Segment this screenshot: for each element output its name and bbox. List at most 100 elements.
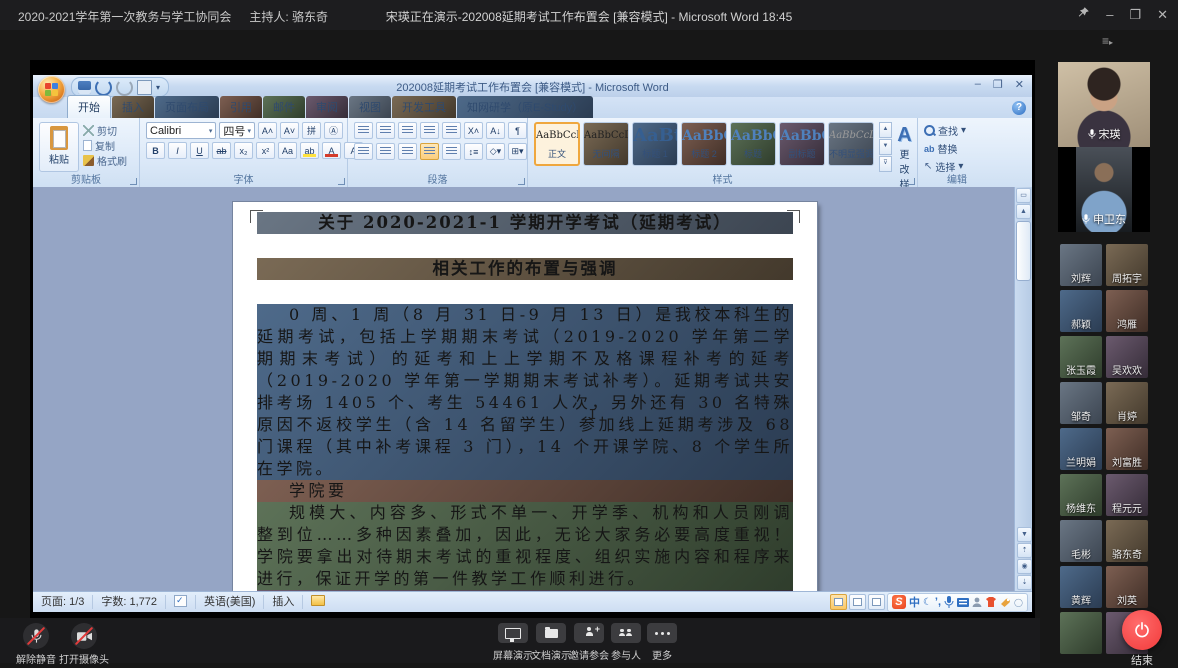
font-name-select[interactable]: Calibri▾ [146,122,216,139]
word-minimize-icon[interactable]: – [975,78,981,91]
ribbon-tab[interactable]: 页面布局 [155,96,219,118]
superscript-icon[interactable]: x² [256,142,275,159]
featured-video[interactable]: 宋瑛 [1058,62,1150,147]
style-scroll-up-icon[interactable]: ▲ [879,122,892,138]
style-chip[interactable]: AaBbCcDd 无间隔 [583,122,629,166]
style-chip[interactable]: AaBt 标题 1 [632,122,678,166]
print-preview-icon[interactable] [137,80,152,95]
strikethrough-icon[interactable]: ab [212,142,231,159]
save-icon[interactable] [78,81,91,94]
increase-indent-icon[interactable] [442,122,461,139]
macro-record-status[interactable] [303,595,333,609]
document-page[interactable]: 关于 2020-2021-1 学期开学考试（延期考试）相关工作的布置与强调0 周… [233,202,817,592]
font-color-icon[interactable]: A [322,142,341,159]
style-gallery-more-icon[interactable]: ⊽ [879,156,892,172]
undo-icon[interactable] [95,79,112,96]
ribbon-tab[interactable]: 知网研学（原E-Study） [457,96,593,118]
participant-thumbnail[interactable]: 程元元 [1106,474,1148,516]
more-button[interactable]: 更多 [642,623,682,662]
ribbon-tab[interactable]: 开始 [67,95,111,118]
participant-thumbnail[interactable]: 杨维东 [1060,474,1102,516]
fullscreen-view-icon[interactable] [849,594,866,610]
align-center-icon[interactable] [376,143,395,160]
participant-thumbnail[interactable]: 骆东奇 [1106,520,1148,562]
align-right-icon[interactable] [398,143,417,160]
participant-thumbnail[interactable]: 刘英 [1106,566,1148,608]
phonetic-guide-icon[interactable]: 拼 [302,122,321,139]
distribute-icon[interactable] [442,143,461,160]
word-close-icon[interactable]: ✕ [1015,78,1024,91]
page-indicator[interactable]: 页面: 1/3 [33,595,93,609]
help-icon[interactable]: ? [1012,101,1026,115]
punctuation-icon[interactable]: ’, [935,596,941,608]
participant-thumbnail[interactable]: 吴欢欢 [1106,336,1148,378]
underline-icon[interactable]: U [190,142,209,159]
dialog-launcher-icon[interactable] [130,178,137,185]
show-marks-icon[interactable]: ¶ [508,122,527,139]
copy-button[interactable]: 复制 [83,139,127,152]
dialog-launcher-icon[interactable] [338,178,345,185]
participant-thumbnail[interactable]: 张玉霞 [1060,336,1102,378]
justify-icon[interactable] [420,143,439,160]
soft-keyboard-icon[interactable] [957,598,969,607]
asian-layout-icon[interactable]: X˄ [464,122,483,139]
bullets-icon[interactable] [354,122,373,139]
word-maximize-icon[interactable]: ❐ [993,78,1003,91]
ime-collapse-icon[interactable]: ◯ [1014,598,1023,607]
unmute-button[interactable]: 解除静音 [14,623,58,666]
participant-thumbnail[interactable]: 刘辉 [1060,244,1102,286]
shading-icon[interactable]: ◇▾ [486,143,505,160]
ribbon-tab[interactable]: 邮件 [263,96,305,118]
participant-thumbnail[interactable]: 周拓宇 [1106,244,1148,286]
scroll-up-icon[interactable]: ▲ [1016,204,1031,219]
sidebar-collapse-icon[interactable]: ≡▸ [1102,34,1113,48]
character-border-icon[interactable]: Ⓐ [324,122,343,139]
dialog-launcher-icon[interactable] [908,178,915,185]
decrease-indent-icon[interactable] [420,122,439,139]
dialog-launcher-icon[interactable] [518,178,525,185]
redo-icon[interactable] [116,79,133,96]
scrollbar-thumb[interactable] [1016,221,1031,281]
participant-thumbnail[interactable]: 黄辉 [1060,566,1102,608]
align-left-icon[interactable] [354,143,373,160]
participant-thumbnail[interactable]: 肖婷 [1106,382,1148,424]
participant-thumbnail[interactable]: 邹奇 [1060,382,1102,424]
browse-object-icon[interactable]: ◉ [1017,559,1032,574]
fullhalf-width-icon[interactable]: ☾ [923,597,932,608]
style-chip[interactable]: AaBbCcDd 正文 [534,122,580,166]
insert-mode-indicator[interactable]: 插入 [264,595,303,609]
ribbon-tab[interactable]: 开发工具 [392,96,456,118]
change-case-icon[interactable]: Aa [278,142,297,159]
maximize-icon[interactable]: ❐ [1129,7,1141,23]
font-size-select[interactable]: 四号▾ [219,122,255,139]
participant-thumbnail[interactable]: 郝颖 [1060,290,1102,332]
bold-icon[interactable]: B [146,142,165,159]
sort-icon[interactable]: A↓ [486,122,505,139]
spell-check-status[interactable] [166,595,196,609]
office-button[interactable] [38,76,65,103]
format-painter-button[interactable]: 格式刷 [83,154,127,167]
scroll-down-icon[interactable]: ▼ [1017,527,1032,542]
web-layout-view-icon[interactable] [868,594,885,610]
italic-icon[interactable]: I [168,142,187,159]
vertical-scrollbar[interactable]: ▭ ▲ ▼ ⇡ ◉ ⇣ [1014,187,1032,592]
highlight-color-icon[interactable]: ab [300,142,319,159]
pin-icon[interactable] [1077,6,1090,23]
ribbon-tab[interactable]: 视图 [349,96,391,118]
find-button[interactable]: 查找 ▾ [924,123,966,138]
next-page-icon[interactable]: ⇣ [1017,575,1032,590]
line-spacing-icon[interactable]: ↕≡ [464,143,483,160]
style-chip[interactable]: AaBbC 标题 [730,122,776,166]
ruler-toggle-icon[interactable]: ▭ [1016,188,1031,203]
close-icon[interactable]: ✕ [1157,7,1168,23]
ribbon-tab[interactable]: 插入 [112,96,154,118]
participant-thumbnail[interactable]: 鸿雁 [1106,290,1148,332]
style-chip[interactable]: AaBbC 副标题 [779,122,825,166]
grow-font-icon[interactable]: A˄ [258,122,277,139]
word-count[interactable]: 字数: 1,772 [93,595,166,609]
ime-language-icon[interactable]: 中 [909,594,920,610]
account-icon[interactable] [972,597,982,608]
voice-input-icon[interactable] [944,596,954,608]
style-scroll-down-icon[interactable]: ▼ [879,139,892,155]
style-chip[interactable]: AaBbC 标题 2 [681,122,727,166]
